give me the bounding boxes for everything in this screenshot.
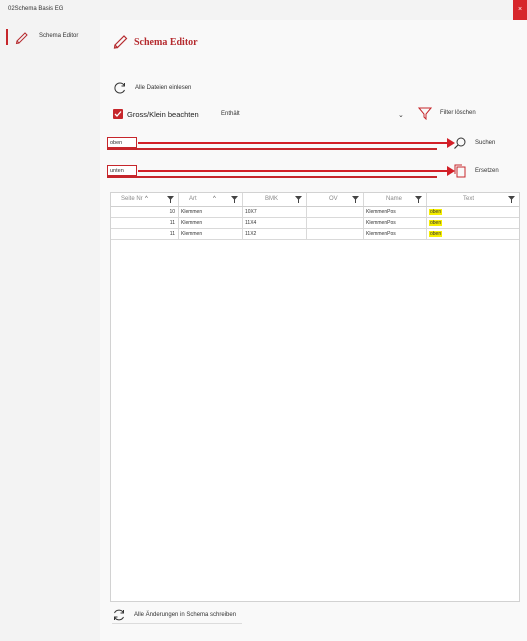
match-mode-dropdown[interactable]: Enthält	[221, 111, 240, 117]
column-label: BMK	[265, 196, 279, 202]
read-all-files-label: Alle Dateien einlesen	[135, 85, 192, 91]
column-header-ov[interactable]: OV	[307, 193, 364, 206]
cell-bmk: 11X2	[243, 229, 307, 239]
replace-label: Ersetzen	[475, 168, 499, 174]
write-changes-label: Alle Änderungen in Schema schreiben	[134, 612, 237, 618]
filter-icon[interactable]	[231, 196, 238, 203]
search-arrow	[138, 138, 455, 148]
case-sensitive-checkbox[interactable]	[113, 109, 123, 119]
cell-ov	[307, 229, 364, 239]
sort-asc-icon[interactable]: ^	[213, 193, 216, 206]
column-label: Art	[189, 196, 197, 202]
table-row[interactable]: 11 Klemmen 11X4 KlemmenPos oben	[111, 218, 519, 229]
pencil-icon	[113, 35, 128, 49]
filter-icon[interactable]	[415, 196, 422, 203]
table-row[interactable]: 11 Klemmen 11X2 KlemmenPos oben	[111, 229, 519, 240]
replace-button[interactable]: Ersetzen	[453, 164, 499, 178]
replace-underline	[107, 176, 437, 178]
table-header: Seite Nr ^ Art ^ BMK OV Name Text	[111, 193, 519, 207]
highlighted-match: oben	[429, 220, 443, 226]
cell-art: Klemmen	[179, 229, 243, 239]
sort-asc-icon[interactable]: ^	[145, 193, 148, 206]
cell-name: KlemmenPos	[364, 218, 427, 228]
column-header-bmk[interactable]: BMK	[243, 193, 307, 206]
write-changes-button[interactable]: Alle Änderungen in Schema schreiben	[112, 607, 243, 624]
cell-name: KlemmenPos	[364, 229, 427, 239]
search-label: Suchen	[475, 140, 496, 146]
column-header-text[interactable]: Text	[427, 193, 519, 206]
column-label: Seite Nr	[121, 196, 143, 202]
chevron-down-icon[interactable]: ⌄	[398, 111, 404, 119]
filter-icon	[418, 107, 432, 120]
column-header-art[interactable]: Art ^	[179, 193, 243, 206]
cell-text: oben	[427, 218, 519, 228]
results-table: Seite Nr ^ Art ^ BMK OV Name Text 10 Kle…	[110, 192, 520, 602]
cell-seite: 10	[111, 207, 179, 217]
sidebar-item-schema-editor[interactable]: Schema Editor	[6, 28, 96, 46]
replace-arrow	[138, 166, 455, 176]
checkmark-icon	[114, 111, 122, 117]
sidebar: Schema Editor	[0, 20, 100, 641]
main-content: Schema Editor Alle Dateien einlesen Gros…	[100, 20, 527, 641]
column-label: Name	[386, 196, 403, 202]
clear-filter-button[interactable]: Filter löschen	[418, 106, 476, 120]
sidebar-item-label: Schema Editor	[39, 33, 79, 39]
cell-text: oben	[427, 229, 519, 239]
cell-text: oben	[427, 207, 519, 217]
replace-input[interactable]: unten	[107, 165, 137, 176]
filter-icon[interactable]	[352, 196, 359, 203]
pencil-icon	[15, 32, 28, 45]
window-title: 02Schema Basis EG	[8, 6, 64, 12]
close-button[interactable]: ×	[513, 0, 527, 20]
cell-art: Klemmen	[179, 207, 243, 217]
column-header-name[interactable]: Name	[364, 193, 427, 206]
column-label: OV	[329, 196, 338, 202]
active-indicator	[6, 29, 8, 45]
column-header-seite[interactable]: Seite Nr ^	[111, 193, 179, 206]
read-all-files-button[interactable]: Alle Dateien einlesen	[113, 81, 191, 95]
search-icon	[454, 137, 466, 149]
copy-icon	[454, 164, 466, 178]
cell-art: Klemmen	[179, 218, 243, 228]
filter-icon[interactable]	[508, 196, 515, 203]
search-input[interactable]: oben	[107, 137, 137, 148]
refresh-icon	[114, 82, 125, 94]
clear-filter-label: Filter löschen	[440, 110, 476, 116]
search-underline	[107, 148, 437, 150]
cell-bmk: 10X7	[243, 207, 307, 217]
table-row[interactable]: 10 Klemmen 10X7 KlemmenPos oben	[111, 207, 519, 218]
cell-name: KlemmenPos	[364, 207, 427, 217]
filter-icon[interactable]	[295, 196, 302, 203]
cell-bmk: 11X4	[243, 218, 307, 228]
page-title: Schema Editor	[134, 37, 198, 48]
highlighted-match: oben	[429, 209, 443, 215]
cell-seite: 11	[111, 229, 179, 239]
cell-ov	[307, 218, 364, 228]
filter-icon[interactable]	[167, 196, 174, 203]
sync-icon	[114, 609, 124, 621]
cell-ov	[307, 207, 364, 217]
case-sensitive-label: Gross/Klein beachten	[127, 110, 199, 119]
highlighted-match: oben	[429, 231, 443, 237]
cell-seite: 11	[111, 218, 179, 228]
column-label: Text	[463, 196, 475, 202]
search-button[interactable]: Suchen	[453, 136, 495, 150]
